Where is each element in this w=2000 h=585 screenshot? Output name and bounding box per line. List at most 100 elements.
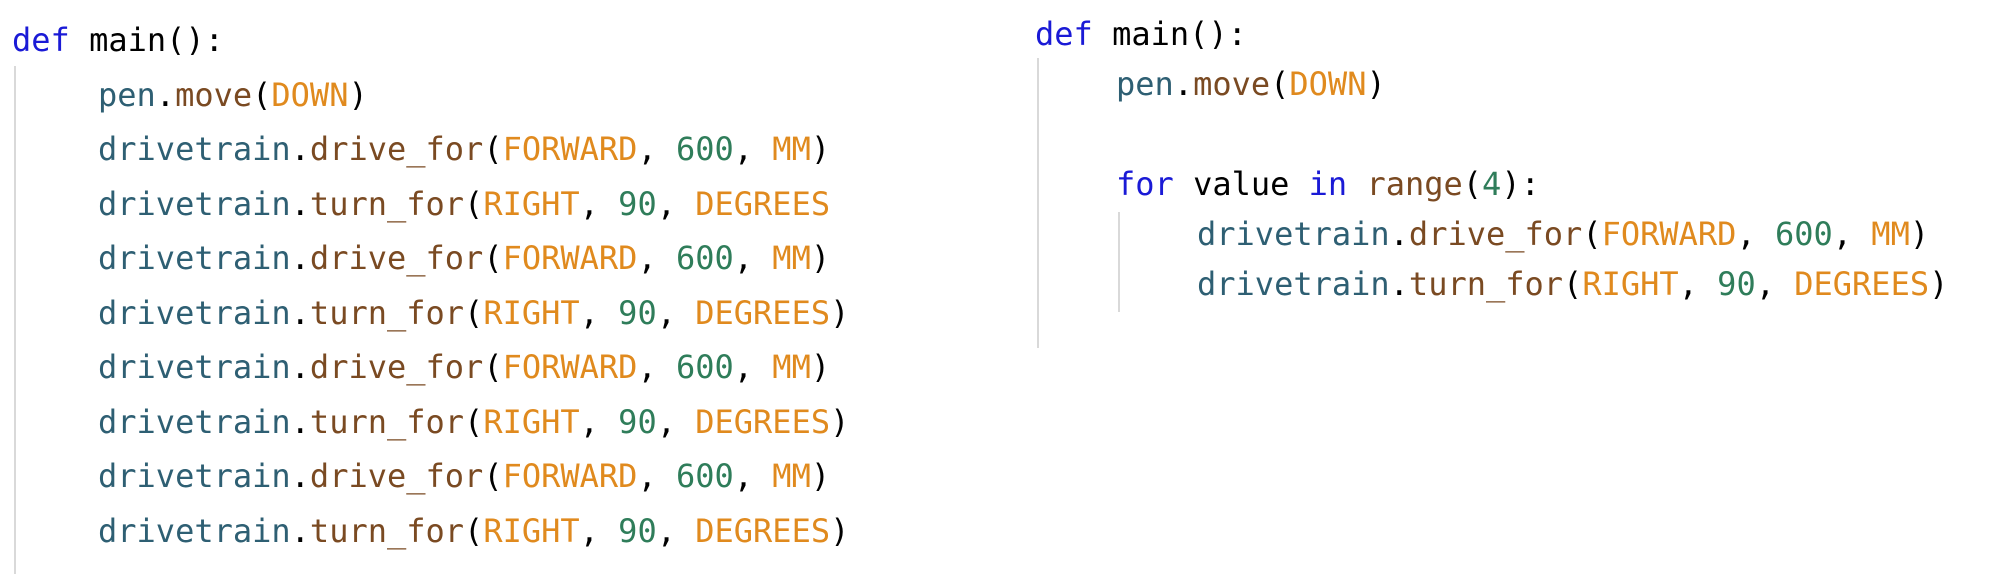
code-token: 600: [675, 239, 734, 277]
code-token: ): [1929, 265, 1949, 303]
code-token: ):: [1501, 165, 1540, 203]
code-token: ,: [1678, 265, 1718, 303]
code-token: ): [830, 511, 850, 550]
code-token: ,: [656, 511, 696, 550]
code-line: drivetrain.turn_for(RIGHT, 90, DEGREES): [98, 400, 849, 444]
code-token: FORWARD: [502, 457, 638, 495]
code-line: def main():: [12, 18, 224, 62]
code-token: drivetrain: [98, 239, 291, 277]
code-token: in: [1308, 165, 1348, 203]
code-token: drivetrain: [1197, 265, 1390, 303]
code-token: (: [1563, 265, 1583, 303]
code-line: drivetrain.drive_for(FORWARD, 600, MM): [98, 345, 830, 389]
code-token: main():: [69, 21, 224, 59]
code-token: (: [483, 239, 503, 277]
code-token: DOWN: [1289, 65, 1367, 103]
code-token: (: [464, 184, 484, 223]
code-token: 4: [1482, 165, 1502, 203]
code-token: main():: [1092, 15, 1247, 53]
code-token: DEGREES: [695, 293, 831, 332]
code-line: drivetrain.turn_for(RIGHT, 90, DEGREES): [98, 291, 849, 335]
code-token: drivetrain: [98, 402, 291, 441]
code-token: RIGHT: [483, 402, 580, 441]
code-line: drivetrain.turn_for(RIGHT, 90, DEGREES): [1197, 262, 1948, 306]
code-token: MM: [772, 130, 811, 168]
code-line: drivetrain.drive_for(FORWARD, 600, MM): [98, 454, 830, 498]
code-line: pen.move(DOWN): [1116, 62, 1386, 106]
code-token: pen: [1116, 65, 1174, 103]
code-token: ,: [656, 184, 696, 223]
code-token: MM: [1871, 215, 1910, 253]
code-token: def: [12, 21, 70, 59]
code-token: 90: [618, 402, 657, 441]
code-token: DEGREES: [695, 184, 831, 223]
code-token: RIGHT: [483, 511, 580, 550]
code-token: drivetrain: [98, 457, 291, 495]
code-token: ): [1366, 65, 1386, 103]
code-token: ): [348, 75, 368, 114]
code-token: ,: [637, 130, 676, 168]
code-token: .: [155, 75, 176, 114]
indent-guide: [1118, 212, 1120, 312]
code-token: ,: [733, 130, 773, 168]
code-token: pen: [98, 75, 156, 114]
code-line: pen.move(DOWN): [98, 73, 368, 117]
code-token: ,: [579, 402, 619, 441]
code-token: FORWARD: [1601, 215, 1737, 253]
code-token: for: [1116, 165, 1174, 203]
code-token: MM: [772, 457, 811, 495]
code-token: .: [290, 457, 310, 495]
indent-guide: [14, 66, 16, 574]
code-token: FORWARD: [502, 239, 638, 277]
code-line: drivetrain.drive_for(FORWARD, 600, MM): [98, 127, 830, 171]
code-token: MM: [772, 239, 811, 277]
code-token: drive_for: [309, 348, 484, 386]
code-line: drivetrain.turn_for(RIGHT, 90, DEGREES: [98, 182, 830, 226]
code-token: .: [290, 511, 310, 550]
code-token: ): [830, 293, 850, 332]
code-token: ,: [656, 402, 696, 441]
code-token: ): [810, 457, 831, 495]
code-token: .: [290, 348, 310, 386]
code-token: 600: [1774, 215, 1833, 253]
code-token: def: [1035, 15, 1093, 53]
code-token: ,: [579, 511, 619, 550]
code-token: ,: [1736, 215, 1775, 253]
code-token: turn_for: [309, 184, 465, 223]
code-token: drive_for: [309, 130, 484, 168]
code-token: FORWARD: [502, 348, 638, 386]
code-token: RIGHT: [483, 184, 580, 223]
code-line: def main():: [1035, 12, 1247, 56]
code-token: move: [1193, 65, 1271, 103]
code-token: .: [1389, 215, 1409, 253]
code-token: drivetrain: [1197, 215, 1390, 253]
code-token: MM: [772, 348, 811, 386]
code-token: FORWARD: [502, 130, 638, 168]
code-token: drivetrain: [98, 184, 291, 223]
code-token: .: [290, 293, 310, 332]
code-token: drivetrain: [98, 511, 291, 550]
code-token: (: [1462, 165, 1483, 203]
code-token: drivetrain: [98, 348, 291, 386]
indent-guide: [1037, 58, 1039, 348]
code-token: DOWN: [271, 75, 349, 114]
code-token: drive_for: [1408, 215, 1583, 253]
code-token: .: [290, 184, 310, 223]
code-token: turn_for: [309, 293, 465, 332]
code-token: ,: [656, 293, 696, 332]
code-token: ): [810, 130, 831, 168]
code-token: (: [1582, 215, 1602, 253]
code-token: 90: [618, 293, 657, 332]
code-token: (: [464, 511, 484, 550]
code-token: (: [1270, 65, 1290, 103]
code-token: ,: [733, 348, 773, 386]
code-token: ,: [579, 293, 619, 332]
code-panel-right: def main(): pen.move(DOWN) for value in ra…: [1035, 12, 1995, 348]
code-token: ,: [579, 184, 619, 223]
code-token: .: [1173, 65, 1194, 103]
code-token: drive_for: [309, 457, 484, 495]
code-token: .: [290, 402, 310, 441]
code-token: value: [1173, 165, 1309, 203]
code-token: 600: [675, 130, 734, 168]
